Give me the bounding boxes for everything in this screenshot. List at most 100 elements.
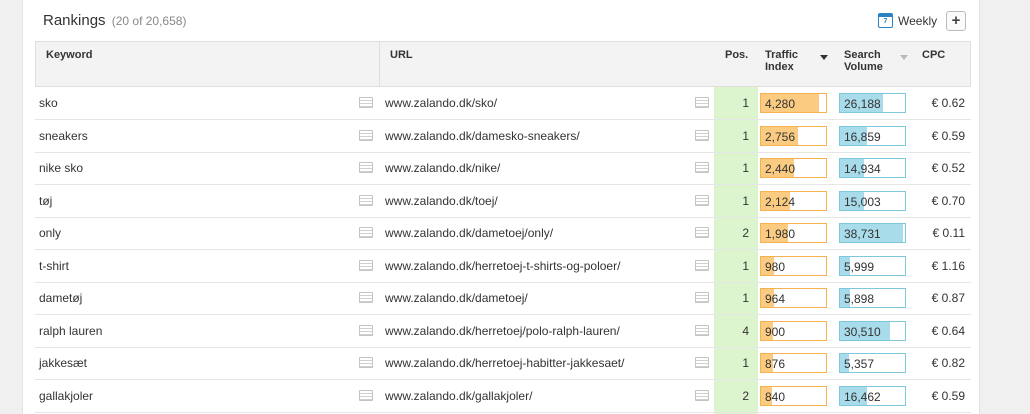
position-cell: 2 xyxy=(742,388,749,403)
table-row: sneakers www.zalando.dk/damesko-sneakers/… xyxy=(35,120,971,153)
url-details-icon[interactable] xyxy=(695,292,709,303)
cpc-cell: € 0.70 xyxy=(931,193,965,208)
position-cell: 1 xyxy=(742,161,749,175)
url-details-icon[interactable] xyxy=(695,227,709,238)
search-volume-bar: 16,859 xyxy=(839,125,906,146)
position-cell: 1 xyxy=(742,356,749,370)
keyword-details-icon[interactable] xyxy=(359,324,373,336)
keyword-details-icon[interactable] xyxy=(359,162,373,173)
url-details-icon[interactable] xyxy=(695,162,709,173)
keyword-cell[interactable]: ralph lauren xyxy=(39,324,102,338)
traffic-index-value: 2,756 xyxy=(765,129,796,144)
add-button[interactable]: + xyxy=(946,11,966,31)
keyword-cell[interactable]: tøj xyxy=(39,194,52,208)
traffic-index-bar: 1,980 xyxy=(760,223,827,243)
url-cell[interactable]: www.zalando.dk/herretoej-habitter-jakkes… xyxy=(385,356,624,370)
traffic-index-value: 1,980 xyxy=(765,227,796,241)
keyword-cell[interactable]: nike sko xyxy=(39,161,83,175)
traffic-index-value: 840 xyxy=(765,389,786,404)
search-volume-bar: 38,731 xyxy=(839,223,906,243)
url-details-icon[interactable] xyxy=(695,259,709,271)
url-details-icon[interactable] xyxy=(695,389,709,401)
keyword-details-icon[interactable] xyxy=(359,97,373,108)
keyword-details-icon[interactable] xyxy=(359,292,373,303)
table-row: gallakjoler www.zalando.dk/gallakjoler/2 8… xyxy=(35,380,971,413)
keyword-details-icon[interactable] xyxy=(359,357,373,368)
table-row: only www.zalando.dk/dametoej/only/2 1,980 3… xyxy=(35,217,971,250)
keyword-cell[interactable]: t-shirt xyxy=(39,259,69,273)
position-cell: 1 xyxy=(742,258,749,273)
search-header-line1: Search xyxy=(844,49,881,61)
sort-desc-icon[interactable] xyxy=(820,55,828,60)
traffic-index-value: 4,280 xyxy=(765,97,796,111)
traffic-header-line2: Index xyxy=(765,61,794,73)
panel-title: Rankings (20 of 20,658) xyxy=(43,12,186,29)
keyword-details-icon[interactable] xyxy=(359,259,373,271)
url-cell[interactable]: www.zalando.dk/gallakjoler/ xyxy=(385,389,532,403)
keyword-cell[interactable]: dametøj xyxy=(39,291,82,305)
traffic-index-bar: 980 xyxy=(760,255,827,276)
traffic-index-bar: 2,756 xyxy=(760,125,827,146)
search-volume-bar: 30,510 xyxy=(839,320,906,341)
position-cell: 4 xyxy=(742,323,749,338)
traffic-index-value: 2,124 xyxy=(765,194,796,209)
position-cell: 1 xyxy=(742,291,749,305)
cpc-cell: € 0.11 xyxy=(932,226,965,240)
url-cell[interactable]: www.zalando.dk/damesko-sneakers/ xyxy=(385,129,580,143)
column-header-cpc[interactable]: CPC xyxy=(922,49,945,61)
url-cell[interactable]: www.zalando.dk/herretoej-t-shirts-og-pol… xyxy=(385,259,620,273)
url-details-icon[interactable] xyxy=(695,357,709,368)
search-volume-value: 16,859 xyxy=(844,129,881,144)
column-divider xyxy=(379,42,380,86)
traffic-index-value: 876 xyxy=(765,357,786,371)
keyword-cell[interactable]: gallakjoler xyxy=(39,389,93,403)
period-label: Weekly xyxy=(898,13,938,28)
sort-inactive-icon[interactable] xyxy=(900,55,908,60)
url-cell[interactable]: www.zalando.dk/toej/ xyxy=(385,194,498,208)
keyword-details-icon[interactable] xyxy=(359,389,373,401)
position-cell: 1 xyxy=(742,96,749,110)
traffic-index-value: 964 xyxy=(765,292,786,306)
search-volume-bar: 5,999 xyxy=(839,255,906,276)
panel-title-text: Rankings xyxy=(43,12,106,29)
url-cell[interactable]: www.zalando.dk/herretoej/polo-ralph-laur… xyxy=(385,324,620,338)
cpc-cell: € 0.82 xyxy=(931,356,965,370)
search-volume-value: 16,462 xyxy=(844,389,881,404)
url-cell[interactable]: www.zalando.dk/dametoej/only/ xyxy=(385,226,553,240)
search-volume-value: 5,357 xyxy=(844,357,875,371)
cpc-cell: € 0.59 xyxy=(931,128,965,143)
url-details-icon[interactable] xyxy=(695,97,709,108)
url-details-icon[interactable] xyxy=(695,324,709,336)
table-row: ralph lauren www.zalando.dk/herretoej/pol… xyxy=(35,315,971,348)
keyword-details-icon[interactable] xyxy=(359,227,373,238)
keyword-cell[interactable]: sneakers xyxy=(39,129,88,143)
keyword-cell[interactable]: jakkesæt xyxy=(39,356,87,370)
keyword-cell[interactable]: only xyxy=(39,226,61,240)
table-row: jakkesæt www.zalando.dk/herretoej-habitte… xyxy=(35,347,971,380)
url-cell[interactable]: www.zalando.dk/dametoej/ xyxy=(385,291,528,305)
position-cell: 1 xyxy=(742,128,749,143)
table-row: tøj www.zalando.dk/toej/1 2,124 15,003 € 0.7… xyxy=(35,185,971,218)
keyword-details-icon[interactable] xyxy=(359,129,373,141)
column-header-keyword[interactable]: Keyword xyxy=(46,49,92,61)
url-details-icon[interactable] xyxy=(695,194,709,206)
url-cell[interactable]: www.zalando.dk/nike/ xyxy=(385,161,500,175)
url-details-icon[interactable] xyxy=(695,129,709,141)
column-header-position[interactable]: Pos. xyxy=(725,49,748,61)
search-volume-bar: 5,357 xyxy=(839,353,906,373)
traffic-index-bar: 2,124 xyxy=(760,190,827,211)
traffic-index-bar: 4,280 xyxy=(760,93,827,113)
traffic-index-value: 980 xyxy=(765,259,786,274)
url-cell[interactable]: www.zalando.dk/sko/ xyxy=(385,96,497,110)
period-selector[interactable]: 7 Weekly xyxy=(878,13,937,28)
column-header-url[interactable]: URL xyxy=(390,49,413,61)
table-row: nike sko www.zalando.dk/nike/1 2,440 14,934… xyxy=(35,152,971,185)
traffic-index-value: 2,440 xyxy=(765,162,796,176)
cpc-cell: € 0.87 xyxy=(931,291,965,305)
column-header-traffic-index[interactable]: Traffic Index xyxy=(765,49,798,73)
column-header-search-volume[interactable]: Search Volume xyxy=(844,49,883,73)
cpc-cell: € 1.16 xyxy=(931,258,965,273)
calendar-icon: 7 xyxy=(878,13,893,28)
keyword-cell[interactable]: sko xyxy=(39,96,58,110)
keyword-details-icon[interactable] xyxy=(359,194,373,206)
